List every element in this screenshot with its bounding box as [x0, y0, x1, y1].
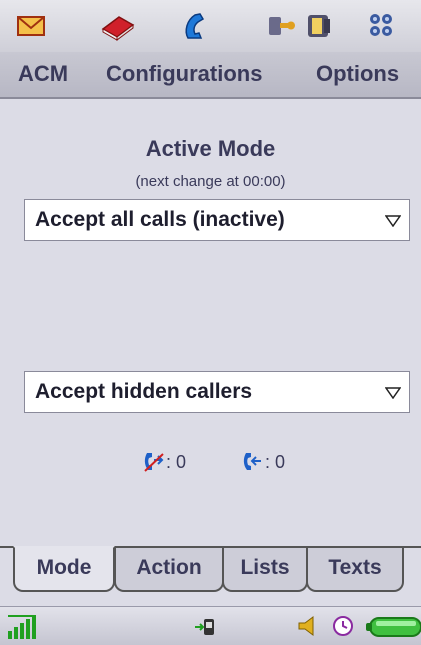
- mode-select[interactable]: Accept all calls (inactive): [24, 199, 410, 241]
- menu-bar: ACM Configurations Options: [0, 52, 421, 99]
- hidden-callers-select[interactable]: Accept hidden callers: [24, 371, 410, 413]
- app-icon-bar: [0, 0, 421, 53]
- tab-label: Mode: [36, 556, 92, 579]
- rejected-calls-count: : 0: [166, 452, 187, 472]
- tab-mode[interactable]: Mode: [13, 546, 115, 592]
- phone-screen: ACM Configurations Options Active Mode (…: [0, 0, 421, 645]
- hidden-callers-select-value: Accept hidden callers: [35, 380, 253, 403]
- tab-label: Texts: [328, 556, 382, 579]
- chevron-down-icon: [385, 215, 401, 227]
- menu-acm[interactable]: ACM: [18, 61, 68, 87]
- rejected-call-icon: [143, 451, 165, 473]
- tab-label: Action: [136, 556, 202, 579]
- tools-icon[interactable]: [266, 11, 296, 41]
- signal-strength-icon: [8, 613, 40, 644]
- tab-lists[interactable]: Lists: [222, 548, 308, 592]
- book-icon[interactable]: [101, 11, 135, 41]
- mode-select-value: Accept all calls (inactive): [35, 208, 285, 231]
- mail-icon[interactable]: [16, 11, 46, 41]
- main-content: Active Mode (next change at 00:00) Accep…: [0, 99, 421, 546]
- next-change-note: (next change at 00:00): [135, 173, 286, 190]
- phone-icon[interactable]: [181, 11, 211, 41]
- page-title: Active Mode: [145, 136, 276, 161]
- incoming-calls-count: : 0: [265, 452, 286, 472]
- tab-label: Lists: [240, 556, 290, 579]
- incoming-call-icon: [242, 451, 264, 473]
- battery-icon: [366, 616, 421, 643]
- alarm-clock-icon: [331, 614, 355, 643]
- sim-transfer-icon: [194, 615, 218, 644]
- call-counters: : 0 : 0: [0, 449, 421, 479]
- device-icon[interactable]: [304, 11, 334, 41]
- tab-texts[interactable]: Texts: [306, 548, 404, 592]
- tab-bar: Mode Action Lists Texts: [0, 546, 421, 606]
- menu-configurations[interactable]: Configurations: [106, 61, 262, 87]
- menu-options[interactable]: Options: [316, 61, 399, 87]
- apps-grid-icon[interactable]: [367, 11, 397, 41]
- chevron-down-icon: [385, 387, 401, 399]
- status-bar: [0, 606, 421, 645]
- volume-icon: [296, 614, 320, 643]
- tab-action[interactable]: Action: [114, 548, 224, 592]
